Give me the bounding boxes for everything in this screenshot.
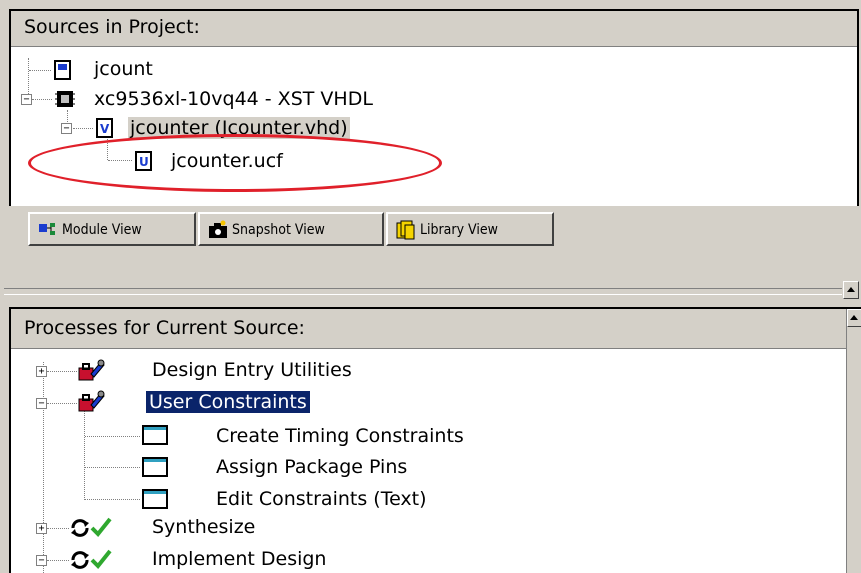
process-label[interactable]: User Constraints	[146, 391, 310, 413]
collapse-toggle[interactable]: −	[21, 94, 32, 105]
tab-label: Module View	[62, 222, 142, 238]
tree-line	[84, 410, 85, 500]
tree-line	[47, 528, 69, 529]
tab-library-view[interactable]: Library View	[386, 212, 554, 246]
process-label[interactable]: Implement Design	[152, 548, 326, 570]
tree-item-jcount[interactable]	[52, 59, 76, 81]
tree-line	[47, 560, 69, 561]
process-design-entry[interactable]	[77, 358, 105, 386]
rerun-arrows-icon	[71, 519, 89, 537]
svg-text:V: V	[100, 122, 110, 136]
up-arrow-icon	[847, 287, 855, 292]
processes-header: Processes for Current Source:	[11, 309, 846, 349]
processes-scrollbar[interactable]	[846, 309, 861, 573]
process-label[interactable]: Assign Package Pins	[216, 456, 407, 478]
tab-label: Library View	[420, 222, 498, 238]
process-user-constraints[interactable]	[77, 389, 105, 417]
sources-header-label: Sources in Project:	[24, 16, 200, 38]
expand-toggle[interactable]: +	[36, 523, 47, 534]
tree-line	[47, 403, 77, 404]
library-books-icon	[396, 220, 415, 240]
tree-line	[29, 70, 51, 71]
expand-toggle[interactable]: +	[36, 366, 47, 377]
window-icon	[142, 457, 168, 477]
process-label[interactable]: Synthesize	[152, 516, 255, 538]
up-arrow-icon	[850, 315, 858, 320]
tree-line	[85, 499, 140, 500]
process-synthesize-status	[68, 516, 152, 540]
checkmark-icon	[90, 517, 112, 537]
tree-line	[32, 99, 52, 100]
collapse-toggle[interactable]: −	[36, 555, 47, 566]
tab-label: Snapshot View	[232, 222, 325, 238]
tools-icon	[78, 359, 105, 381]
processes-header-label: Processes for Current Source:	[24, 317, 305, 339]
vhdl-file-icon: V	[96, 118, 113, 138]
scroll-up-button[interactable]	[843, 281, 859, 299]
project-file-icon	[54, 60, 71, 80]
tree-item-label[interactable]: xc9536xl-10vq44 - XST VHDL	[94, 88, 373, 110]
tree-line	[47, 371, 77, 372]
selected-process-label[interactable]: User Constraints	[146, 391, 310, 413]
tree-line	[73, 128, 93, 129]
checkmark-icon	[90, 549, 112, 569]
tree-line	[85, 436, 140, 437]
process-label[interactable]: Edit Constraints (Text)	[216, 488, 427, 510]
highlight-ellipse	[28, 134, 442, 192]
process-implement-status	[68, 548, 152, 572]
module-view-icon	[39, 223, 55, 235]
tree-item-label[interactable]: jcount	[94, 58, 153, 80]
collapse-toggle[interactable]: −	[36, 398, 47, 409]
process-label[interactable]: Create Timing Constraints	[216, 425, 464, 447]
rerun-arrows-icon	[71, 551, 89, 569]
chip-icon	[55, 91, 75, 107]
tree-item-device[interactable]	[54, 88, 76, 110]
process-label[interactable]: Design Entry Utilities	[152, 359, 352, 381]
collapse-toggle[interactable]: −	[61, 123, 72, 134]
scroll-up-button[interactable]	[847, 309, 861, 327]
tools-icon	[78, 390, 105, 412]
pane-splitter[interactable]	[4, 288, 842, 295]
tab-snapshot-view[interactable]: Snapshot View	[198, 212, 384, 246]
tree-line	[85, 467, 140, 468]
tab-module-view[interactable]: Module View	[28, 212, 196, 246]
process-edit-constraints[interactable]	[141, 488, 169, 510]
tree-line	[43, 362, 44, 573]
window-icon	[142, 425, 168, 445]
tree-item-vhdl[interactable]: V	[94, 117, 118, 139]
process-create-timing[interactable]	[141, 424, 169, 446]
sources-header: Sources in Project:	[11, 11, 857, 47]
snapshot-camera-icon	[209, 220, 227, 238]
window-icon	[142, 489, 168, 509]
process-assign-pins[interactable]	[141, 456, 169, 478]
